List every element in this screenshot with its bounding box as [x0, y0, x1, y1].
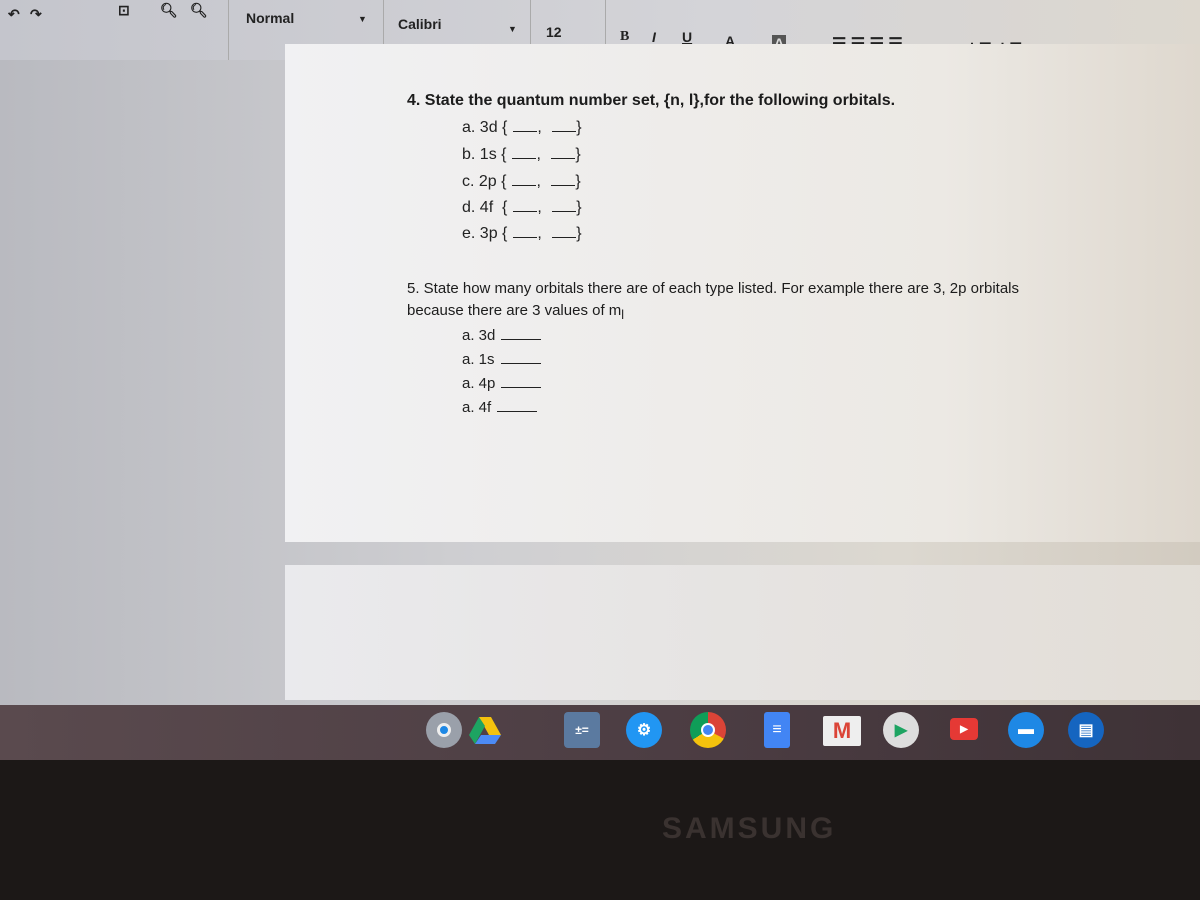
extra-app-icon[interactable]: ▤	[1068, 712, 1104, 748]
gmail-icon[interactable]: M	[823, 716, 861, 746]
q5-item: a. 4f	[462, 398, 538, 416]
laptop-bezel	[0, 760, 1200, 900]
document-page-next[interactable]	[285, 565, 1200, 700]
q4-item: d. 4f {, }	[462, 199, 582, 216]
question-4-title: 4. State the quantum number set, {n, l},…	[407, 92, 896, 109]
underline-button[interactable]: U	[682, 29, 692, 45]
font-size-select[interactable]: 12	[546, 24, 562, 40]
camera-icon[interactable]	[426, 712, 462, 748]
q4-item: e. 3p {, }	[462, 225, 582, 242]
q5-item: a. 1s	[462, 350, 541, 368]
calculator-icon[interactable]: ±=	[564, 712, 600, 748]
samsung-logo: SAMSUNG	[662, 812, 837, 845]
q5-item: a. 4p	[462, 374, 542, 392]
zoom-out-icon[interactable]: 🔍︎	[190, 2, 208, 19]
question-5-line1: 5. State how many orbitals there are of …	[407, 280, 1019, 297]
font-dropdown-icon[interactable]: ▼	[508, 24, 517, 34]
settings-icon[interactable]: ⚙	[626, 712, 662, 748]
style-dropdown-icon[interactable]: ▼	[358, 14, 367, 24]
youtube-icon[interactable]: ▶	[950, 718, 978, 740]
style-select[interactable]: Normal	[246, 10, 294, 26]
files-icon[interactable]: ▬	[1008, 712, 1044, 748]
play-store-icon[interactable]: ▶	[883, 712, 919, 748]
bold-button[interactable]: B	[620, 29, 629, 45]
chrome-icon[interactable]	[690, 712, 726, 748]
question-5-line2: because there are 3 values of ml	[407, 302, 625, 322]
undo-icon[interactable]: ↶	[8, 6, 20, 23]
font-select[interactable]: Calibri	[398, 16, 442, 32]
fit-icon[interactable]: ⊡	[118, 2, 130, 19]
drive-icon[interactable]	[467, 712, 503, 748]
italic-button[interactable]: I	[652, 29, 656, 45]
docs-icon[interactable]: ≡	[764, 712, 790, 748]
q4-item: a. 3d {, }	[462, 119, 582, 136]
redo-icon[interactable]: ↷	[30, 6, 42, 23]
q4-item: c. 2p {, }	[462, 173, 581, 190]
q4-item: b. 1s {, }	[462, 146, 581, 163]
q5-item: a. 3d	[462, 326, 542, 344]
zoom-in-icon[interactable]: 🔍︎	[160, 2, 178, 19]
